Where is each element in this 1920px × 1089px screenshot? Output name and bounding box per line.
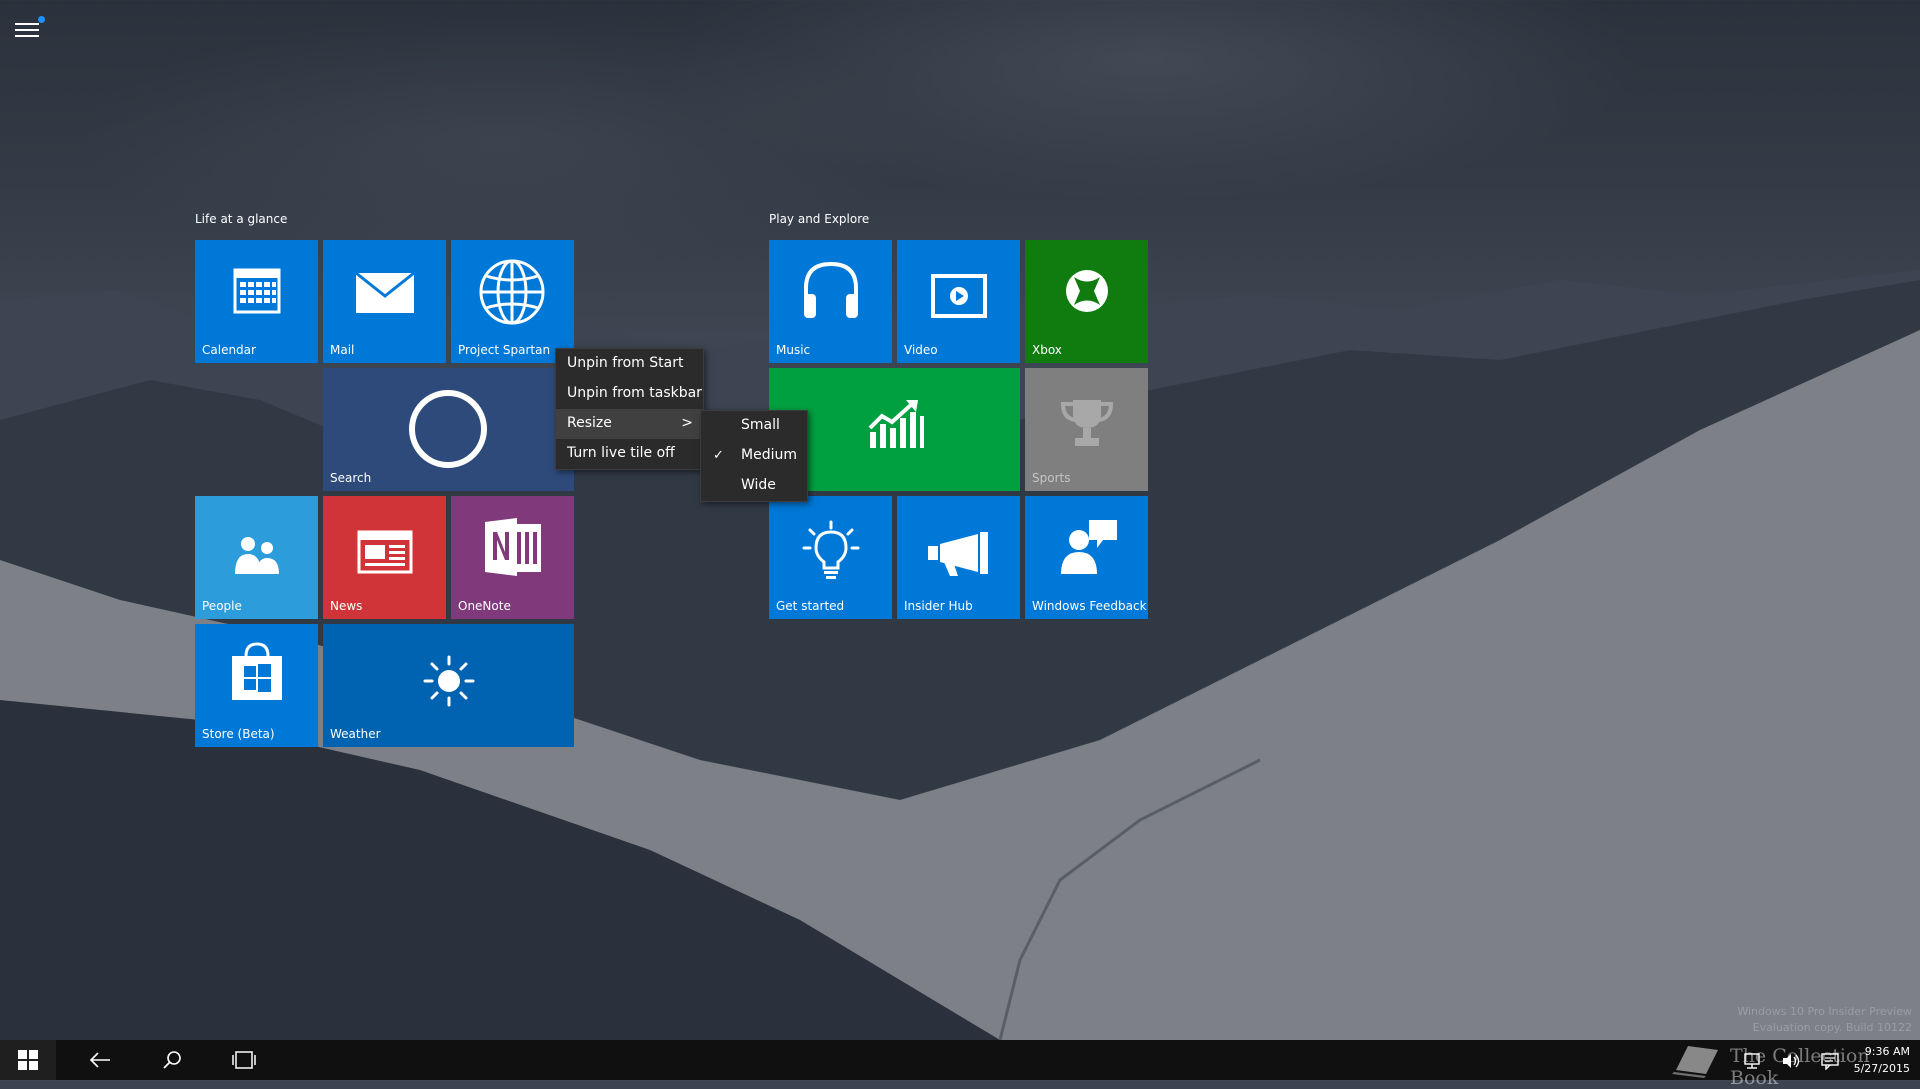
tile-calendar[interactable]: Calendar bbox=[195, 240, 318, 363]
store-bag-icon bbox=[232, 642, 282, 700]
tile-search[interactable]: Search bbox=[323, 368, 574, 491]
menu-item-small[interactable]: Small bbox=[701, 411, 807, 441]
globe-icon bbox=[479, 259, 545, 325]
tile-label: Calendar bbox=[202, 343, 256, 357]
tile-video[interactable]: Video bbox=[897, 240, 1020, 363]
back-button[interactable] bbox=[72, 1040, 128, 1080]
checkmark-icon: ✓ bbox=[713, 448, 724, 463]
cortana-circle-icon bbox=[409, 390, 487, 468]
tile-label: Xbox bbox=[1032, 343, 1062, 357]
menu-item-unpin-start[interactable]: Unpin from Start bbox=[556, 349, 703, 379]
tile-label: Sports bbox=[1032, 471, 1071, 485]
tile-weather[interactable]: Weather bbox=[323, 624, 574, 747]
task-view-button[interactable] bbox=[216, 1040, 272, 1080]
group-title-life: Life at a glance bbox=[195, 212, 288, 226]
menu-item-label: Turn live tile off bbox=[567, 445, 675, 461]
tile-label: Project Spartan bbox=[458, 343, 551, 357]
news-icon bbox=[357, 530, 413, 574]
tile-sports[interactable]: Sports bbox=[1025, 368, 1148, 491]
group-title-play: Play and Explore bbox=[769, 212, 870, 226]
tile-label: Mail bbox=[330, 343, 355, 357]
tile-label: Music bbox=[776, 343, 811, 357]
build-watermark: Windows 10 Pro Insider Preview Evaluatio… bbox=[1737, 1004, 1912, 1036]
menu-hamburger-icon[interactable] bbox=[15, 16, 45, 40]
feedback-person-icon bbox=[1061, 520, 1117, 574]
start-button[interactable] bbox=[0, 1040, 56, 1080]
tile-onenote[interactable]: OneNote bbox=[451, 496, 574, 619]
menu-item-live-tile-off[interactable]: Turn live tile off bbox=[556, 439, 703, 469]
tile-people[interactable]: People bbox=[195, 496, 318, 619]
brand-overlay-text: The Collection Book bbox=[1730, 1045, 1870, 1089]
trophy-icon bbox=[1060, 400, 1114, 446]
tile-news[interactable]: News bbox=[323, 496, 446, 619]
tile-windows-feedback[interactable]: Windows Feedback bbox=[1025, 496, 1148, 619]
tile-project-spartan[interactable]: Project Spartan bbox=[451, 240, 574, 363]
taskbar: 9:36 AM 5/27/2015 bbox=[0, 1040, 1920, 1080]
tile-store[interactable]: Store (Beta) bbox=[195, 624, 318, 747]
resize-submenu: Small ✓ Medium Wide bbox=[700, 410, 808, 502]
back-arrow-icon bbox=[89, 1052, 110, 1068]
tile-label: Weather bbox=[330, 727, 381, 741]
tile-label: Search bbox=[330, 471, 372, 485]
tile-get-started[interactable]: Get started bbox=[769, 496, 892, 619]
chart-growth-icon bbox=[868, 400, 924, 448]
menu-item-label: Small bbox=[741, 417, 780, 433]
tile-music[interactable]: Music bbox=[769, 240, 892, 363]
menu-item-label: Resize bbox=[567, 415, 612, 431]
video-play-icon bbox=[931, 274, 987, 318]
tile-label: Windows Feedback bbox=[1032, 599, 1147, 613]
tile-label: Insider Hub bbox=[904, 599, 973, 613]
tile-label: Video bbox=[904, 343, 938, 357]
menu-item-label: Medium bbox=[741, 447, 797, 463]
menu-item-label: Wide bbox=[741, 477, 776, 493]
onenote-icon bbox=[485, 518, 541, 576]
windows-logo-icon bbox=[18, 1050, 38, 1070]
tile-label: News bbox=[330, 599, 363, 613]
menu-item-resize[interactable]: Resize > bbox=[556, 409, 703, 439]
search-button[interactable] bbox=[144, 1040, 200, 1080]
watermark-line: Windows 10 Pro Insider Preview bbox=[1737, 1005, 1912, 1018]
megaphone-icon bbox=[928, 532, 988, 576]
tile-label: People bbox=[202, 599, 242, 613]
notification-dot bbox=[38, 16, 45, 23]
people-icon bbox=[235, 537, 279, 574]
book-logo-icon bbox=[1672, 1046, 1718, 1078]
calendar-icon bbox=[233, 268, 281, 314]
xbox-logo-icon bbox=[1066, 270, 1108, 312]
watermark-line: Evaluation copy. Build 10122 bbox=[1752, 1021, 1912, 1034]
headphones-icon bbox=[804, 261, 858, 318]
chevron-right-icon: > bbox=[681, 415, 693, 431]
tile-label: OneNote bbox=[458, 599, 511, 613]
tile-insider-hub[interactable]: Insider Hub bbox=[897, 496, 1020, 619]
task-view-icon bbox=[232, 1051, 256, 1069]
tile-label: Store (Beta) bbox=[202, 727, 275, 741]
mail-icon bbox=[355, 272, 415, 313]
menu-item-unpin-taskbar[interactable]: Unpin from taskbar bbox=[556, 379, 703, 409]
menu-item-wide[interactable]: Wide bbox=[701, 471, 807, 501]
menu-item-label: Unpin from taskbar bbox=[567, 385, 702, 401]
menu-item-medium[interactable]: ✓ Medium bbox=[701, 441, 807, 471]
tile-context-menu: Unpin from Start Unpin from taskbar Resi… bbox=[555, 348, 704, 470]
tile-label: Get started bbox=[776, 599, 845, 613]
search-icon bbox=[163, 1051, 181, 1069]
menu-item-label: Unpin from Start bbox=[567, 355, 684, 371]
lightbulb-icon bbox=[802, 520, 860, 579]
tile-xbox[interactable]: Xbox bbox=[1025, 240, 1148, 363]
tile-mail[interactable]: Mail bbox=[323, 240, 446, 363]
sun-icon bbox=[423, 655, 475, 707]
